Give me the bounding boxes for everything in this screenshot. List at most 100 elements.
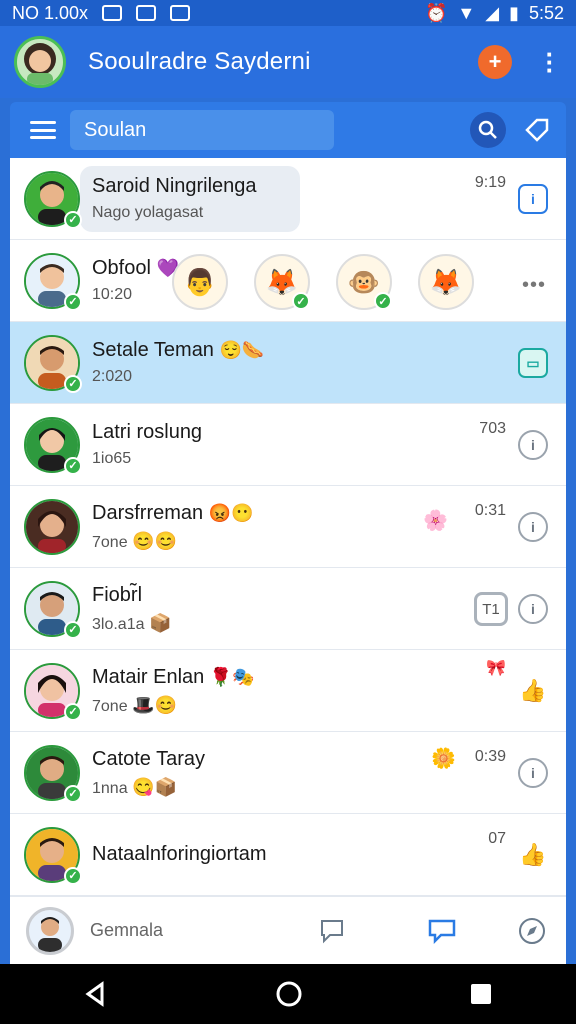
more-dots-icon[interactable]: •••: [522, 274, 546, 297]
chat-row[interactable]: ✓ Matair Enlan 🌹🎭 7one 🎩😊 🎀 👍: [10, 650, 566, 732]
profile-avatar[interactable]: [14, 36, 66, 88]
bottom-bar: Gemnala: [10, 896, 566, 964]
chat-name: Matair Enlan: [92, 665, 205, 688]
avatar: ✓: [24, 580, 82, 639]
profile-avatar-icon: [24, 43, 56, 85]
notification-icon: [102, 5, 123, 21]
chat-row[interactable]: ✓ Obfool 💜 10:20 👨 🦊 ✓ 🐵 ✓ 🦊 •••: [10, 240, 566, 322]
info-icon[interactable]: i: [518, 184, 548, 214]
verified-check-icon: ✓: [64, 866, 82, 885]
system-nav-bar: [0, 964, 576, 1024]
info-icon[interactable]: i: [518, 430, 548, 460]
info-icon[interactable]: i: [518, 512, 548, 542]
preview-emoji: 🎩😊: [132, 694, 177, 715]
chat-preview: 7one: [92, 697, 128, 715]
home-icon[interactable]: [274, 979, 304, 1009]
more-vert-icon[interactable]: · · ·: [538, 41, 562, 83]
chat-list: ✓ Saroid Ningrilenga Nago yolagasat 9:19…: [10, 158, 566, 896]
app-title: Sooulradre Sayderni: [88, 48, 311, 75]
story-avatar[interactable]: 🐵 ✓: [336, 254, 392, 310]
chat-time: 07: [488, 830, 506, 847]
chat-row[interactable]: Darsfrreman 😡😶 7one 😊😊 🌸 0:31 i: [10, 486, 566, 568]
chat-name: Darsfrreman: [92, 501, 204, 524]
verified-check-icon: ✓: [64, 456, 82, 475]
avatar: ✓: [24, 416, 82, 475]
like-icon[interactable]: 👍: [518, 840, 548, 870]
chat-preview: 1nna: [92, 779, 128, 797]
status-bar: NO 1.00x ⏰ ▼ ◢ ▮ 5:52: [0, 0, 576, 26]
recents-icon[interactable]: [468, 981, 494, 1007]
bottom-label: Gemnala: [90, 920, 164, 940]
chat-row-selected[interactable]: ✓ Setale Teman 😌🌭 2:020 ▭: [10, 322, 566, 404]
verified-check-icon: ✓: [292, 292, 310, 310]
battery-icon: ▮: [509, 2, 519, 23]
chat-bubble-icon[interactable]: [426, 915, 458, 947]
chat-name: Nataalnforingiortam: [92, 843, 267, 865]
tag-button[interactable]: [520, 113, 554, 147]
compose-icon[interactable]: [316, 915, 348, 947]
chat-preview: 1io65: [92, 450, 132, 467]
verified-check-icon: ✓: [64, 784, 82, 803]
chat-time: 703: [479, 420, 506, 437]
chat-preview: 10:20: [92, 286, 133, 303]
ribbon-badge-icon: 🎀: [486, 660, 506, 677]
chat-name: Saroid Ningrilenga: [92, 175, 257, 197]
verified-check-icon: ✓: [64, 374, 82, 393]
story-avatar[interactable]: 👨: [172, 254, 228, 310]
signal-icon: ◢: [485, 2, 500, 23]
image-notification-icon: [136, 5, 157, 21]
new-chat-icon: +: [488, 49, 502, 74]
search-button[interactable]: [470, 112, 506, 148]
chat-name: Catote Taray: [92, 747, 206, 770]
message-icon[interactable]: ▭: [518, 348, 548, 378]
search-bar: Soulan: [10, 102, 566, 158]
chat-time: 0:39: [474, 748, 506, 765]
avatar: ✓: [24, 170, 82, 229]
wifi-icon: ▼: [457, 2, 476, 23]
chat-row[interactable]: ✓ Fiobr̃l 3lo.a1a 📦 T1 i: [10, 568, 566, 650]
flower-badge-icon: 🌼: [431, 748, 456, 770]
status-left-text: NO 1.00x: [12, 2, 89, 23]
avatar: ✓: [24, 826, 82, 885]
back-icon[interactable]: [82, 980, 110, 1008]
name-emoji: 😌🌭: [219, 340, 265, 360]
info-icon[interactable]: i: [518, 594, 548, 624]
chat-row[interactable]: ✓ Catote Taray 1nna 😋📦 🌼 0:39 i: [10, 732, 566, 814]
chat-row[interactable]: ✓ Saroid Ningrilenga Nago yolagasat 9:19…: [10, 158, 566, 240]
info-icon[interactable]: i: [518, 758, 548, 788]
avatar: ✓: [24, 744, 82, 803]
chat-preview: Nago yolagasat: [92, 204, 204, 221]
name-emoji: 🌹🎭: [209, 666, 255, 687]
search-input[interactable]: Soulan: [70, 110, 334, 150]
preview-emoji: 📦: [148, 612, 172, 633]
story-avatar[interactable]: 🦊 ✓: [254, 254, 310, 310]
app-bar: Sooulradre Sayderni + · · ·: [0, 26, 576, 98]
chat-name: Obfool: [92, 257, 151, 279]
flower-badge-icon: 🌸: [423, 510, 448, 532]
avatar: ✓: [24, 334, 82, 393]
translate-badge-icon[interactable]: T1: [474, 592, 508, 626]
avatar: [24, 498, 80, 555]
tag-icon: [525, 118, 549, 142]
chat-time: 9:19: [474, 174, 506, 191]
name-emoji: 😡😶: [208, 502, 254, 523]
verified-check-icon: ✓: [64, 210, 82, 229]
chat-preview: 3lo.a1a: [92, 615, 145, 633]
chat-name: Fiobr̃l: [92, 583, 143, 606]
preview-emoji: 😊😊: [132, 530, 177, 551]
hamburger-icon[interactable]: [30, 121, 56, 139]
search-icon: [478, 120, 497, 139]
like-icon[interactable]: 👍: [518, 676, 548, 706]
new-chat-button[interactable]: +: [478, 45, 512, 79]
compass-icon[interactable]: [516, 915, 548, 947]
avatar: ✓: [24, 252, 82, 311]
verified-check-icon: ✓: [374, 292, 392, 310]
chat-name: Latri roslung: [92, 421, 203, 443]
chat-row[interactable]: ✓ Nataalnforingiortam 07 👍: [10, 814, 566, 896]
verified-check-icon: ✓: [64, 292, 82, 311]
story-avatar[interactable]: 🦊: [418, 254, 474, 310]
chat-row[interactable]: ✓ Latri roslung 1io65 703 i: [10, 404, 566, 486]
verified-check-icon: ✓: [64, 702, 82, 721]
status-time: 5:52: [528, 2, 564, 23]
my-avatar[interactable]: [26, 906, 74, 955]
